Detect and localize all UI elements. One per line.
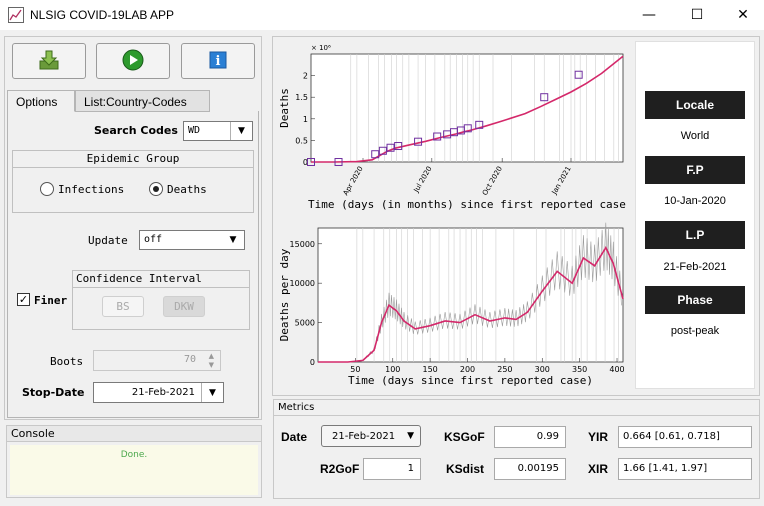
run-button[interactable] [96, 43, 170, 79]
yir-field: 0.664 [0.61, 0.718] [618, 426, 752, 448]
y-tick-label: 1 [303, 115, 308, 124]
x-tick-label: 100 [385, 365, 400, 374]
tab-country-codes[interactable]: List:Country-Codes [75, 90, 210, 112]
close-button[interactable]: ✕ [720, 0, 764, 30]
title-bar: NLSIG COVID-19LAB APP — ☐ ✕ [0, 0, 764, 30]
phase-value: post-peak [670, 325, 720, 337]
finer-label: Finer [34, 294, 68, 307]
x-tick-label: Jul 2020 [412, 165, 434, 195]
plot-area [317, 227, 624, 363]
boots-label: Boots [50, 355, 84, 368]
chevron-down-icon: ▼ [230, 122, 252, 140]
y-multiplier: × 10⁶ [311, 44, 331, 52]
y-axis-label: Deaths per day [278, 248, 291, 341]
metrics-date-label: Date [281, 430, 308, 444]
x-tick-label: 50 [350, 365, 360, 374]
x-tick-label: 400 [609, 365, 624, 374]
x-tick-label: 300 [535, 365, 550, 374]
window-title: NLSIG COVID-19LAB APP [30, 8, 175, 22]
spinner-arrows-icon: ▲ ▼ [208, 352, 214, 369]
ksgof-label: KSGoF [444, 430, 485, 444]
r2gof-label: R2GoF [320, 462, 360, 476]
y-tick-label: 10000 [290, 279, 315, 288]
svg-text:i: i [216, 54, 221, 69]
chevron-down-icon: ▼ [407, 431, 414, 441]
y-tick-label: 15000 [290, 240, 315, 249]
radio-deaths[interactable] [149, 182, 163, 196]
stop-date-label: Stop-Date [22, 386, 85, 399]
xir-label: XIR [588, 462, 609, 476]
info-icon: i [209, 51, 227, 72]
ci-dkw-button[interactable]: DKW [163, 296, 205, 317]
x-tick-label: Apr 2020 [342, 165, 365, 197]
info-button[interactable]: i [181, 43, 255, 79]
phase-label: Phase [645, 286, 745, 314]
stop-date-picker[interactable]: 21-Feb-2021 ▼ [93, 382, 224, 403]
radio-dot [153, 186, 159, 192]
boots-spinner[interactable]: 70 ▲ ▼ [93, 350, 221, 371]
metrics-date-combo[interactable]: 21-Feb-2021 ▼ [321, 425, 421, 447]
y-tick-label: 0.5 [295, 136, 308, 145]
chevron-down-icon: ▼ [229, 235, 237, 245]
x-tick-label: Oct 2020 [481, 165, 504, 197]
finer-checkbox[interactable]: ✓ [17, 293, 30, 306]
r2gof-field: 1 [363, 458, 421, 480]
minimize-button[interactable]: — [626, 0, 672, 30]
ksdist-label: KSdist [446, 462, 485, 476]
x-axis-label: Time (days since first reported case) [348, 374, 593, 387]
download-button[interactable] [12, 43, 86, 79]
radio-deaths-label: Deaths [167, 183, 207, 196]
chevron-down-icon: ▼ [201, 383, 223, 402]
y-axis-label: Deaths [278, 88, 291, 128]
yir-label: YIR [588, 430, 609, 444]
confidence-interval-group: Confidence Interval [72, 270, 250, 330]
ksgof-field: 0.99 [494, 426, 566, 448]
lp-value: 21-Feb-2021 [663, 261, 727, 273]
locale-label: Locale [645, 91, 745, 119]
x-tick-label: 150 [422, 365, 437, 374]
update-combo[interactable]: off ▼ [139, 230, 245, 250]
console-message: Done. [10, 445, 258, 495]
console-panel: Console Done. [6, 425, 262, 498]
x-tick-label: Jan 2021 [550, 165, 573, 197]
radio-infections-label: Infections [58, 183, 125, 196]
update-label: Update [88, 234, 128, 247]
play-icon [122, 49, 144, 74]
download-icon [38, 49, 60, 74]
console-title: Console [7, 426, 261, 442]
daily-deaths-chart: 0 5000 10000 15000 50 100 150 200 250 300 350 400 Ti… [278, 222, 625, 387]
search-codes-combo[interactable]: WD ▼ [183, 121, 253, 141]
metrics-title: Metrics [274, 400, 759, 416]
y-tick-label: 5000 [295, 319, 315, 328]
x-tick-label: 250 [497, 365, 512, 374]
xir-field: 1.66 [1.41, 1.97] [618, 458, 752, 480]
search-codes-label: Search Codes [94, 124, 178, 137]
maximize-button[interactable]: ☐ [674, 0, 720, 30]
lp-label: L.P [645, 221, 745, 249]
x-tick-label: 200 [460, 365, 475, 374]
fp-label: F.P [645, 156, 745, 184]
y-tick-label: 2 [303, 72, 308, 81]
y-tick-label: 0 [310, 358, 315, 367]
fp-value: 10-Jan-2020 [664, 195, 726, 207]
locale-value: World [680, 130, 710, 142]
metrics-panel: Metrics [273, 399, 760, 499]
x-axis-label: Time (days (in months) since first repor… [308, 198, 626, 211]
y-tick-label: 1.5 [295, 93, 308, 102]
epidemic-group-title: Epidemic Group [13, 151, 253, 168]
ci-title: Confidence Interval [73, 271, 249, 288]
app-icon [8, 7, 24, 23]
radio-infections[interactable] [40, 182, 54, 196]
cumulative-deaths-chart: 00.511.52Apr 2020 Jul 2020 Oct 2020 Jan 202… [278, 44, 626, 211]
plot-area [310, 53, 624, 163]
ci-bs-button[interactable]: BS [102, 296, 144, 317]
tab-options[interactable]: Options [7, 90, 75, 112]
x-tick-label: 350 [572, 365, 587, 374]
ksdist-field: 0.00195 [494, 458, 566, 480]
